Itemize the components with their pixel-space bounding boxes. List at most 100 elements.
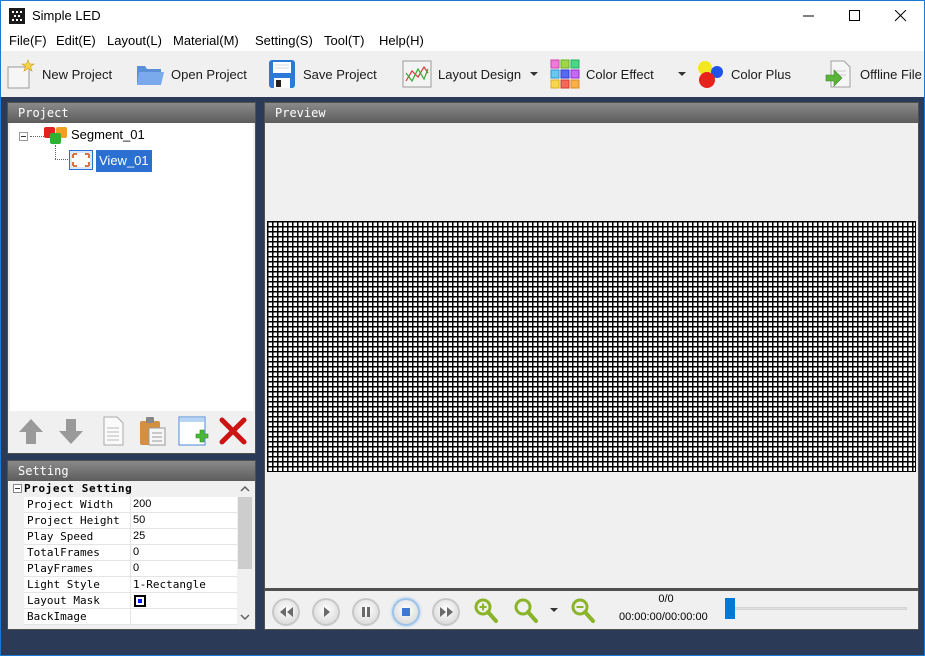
playback-slider-track[interactable] [732,607,907,610]
preview-canvas[interactable] [267,123,916,587]
property-key: Layout Mask [27,594,100,607]
layout-design-label: Layout Design [438,66,522,82]
menu-tool[interactable]: Tool(T) [324,33,364,48]
setting-panel: Setting Project Setting Project Width 20… [7,460,256,630]
fast-forward-button[interactable] [432,598,460,626]
save-disk-icon [269,60,295,88]
scroll-down-icon[interactable] [240,612,250,622]
property-value[interactable]: 1-Rectangle [133,578,206,591]
playback-slider-handle[interactable] [725,598,735,619]
property-value[interactable]: 25 [133,530,145,542]
fast-forward-icon [440,607,453,617]
category-label: Project Setting [24,482,133,495]
property-gutter [10,497,24,625]
project-tools [10,411,253,451]
color-grid-icon [550,59,580,89]
project-panel-title: Project [8,103,255,123]
zoom-in-icon[interactable] [473,597,499,625]
rewind-icon [280,607,293,617]
move-up-button[interactable] [15,414,47,448]
minimize-icon [803,15,814,17]
maximize-button[interactable] [832,1,878,31]
tree-connector [30,136,44,137]
arrow-down-icon [59,419,83,444]
property-category[interactable]: Project Setting [10,481,237,497]
color-plus-label: Color Plus [731,66,791,82]
collapse-toggle-icon[interactable] [19,132,28,141]
layout-design-dropdown-icon[interactable] [530,72,538,76]
play-button[interactable] [312,598,340,626]
save-project-button[interactable]: Save Project [267,57,377,91]
app-logo-icon [9,8,25,24]
zoom-out-icon[interactable] [570,597,596,625]
app-window: Simple LED File(F) Edit(E) Layout(L) Mat… [0,0,925,656]
collapse-toggle-icon[interactable] [13,484,22,493]
property-row-play-speed[interactable]: Play Speed 25 [24,529,237,545]
property-key: Project Width [27,498,114,511]
menu-help[interactable]: Help(H) [379,33,424,48]
title-bar: Simple LED [1,1,924,31]
save-project-label[interactable]: Save Project [303,67,377,82]
zoom-fit-icon[interactable] [513,597,539,625]
rewind-button[interactable] [272,598,300,626]
menu-material[interactable]: Material(M) [173,33,239,48]
property-scrollbar[interactable] [237,481,253,625]
scrollbar-thumb[interactable] [238,497,252,569]
preview-panel-title: Preview [265,103,918,123]
new-document-icon [7,59,35,89]
add-view-icon [178,416,209,446]
delete-button[interactable] [217,414,249,448]
property-row-layout-mask[interactable]: Layout Mask [24,593,237,609]
property-value[interactable]: 50 [133,514,145,526]
property-row-total-frames[interactable]: TotalFrames 0 [24,545,237,561]
tree-connector [55,145,56,159]
menu-setting[interactable]: Setting(S) [255,33,313,48]
stop-button[interactable] [392,598,420,626]
new-project-button[interactable]: New Project [6,57,112,91]
property-key: PlayFrames [27,562,94,575]
move-down-button[interactable] [55,414,87,448]
paste-button[interactable] [136,414,168,448]
minimize-button[interactable] [786,1,832,31]
property-row-project-height[interactable]: Project Height 50 [24,513,237,529]
layout-mask-color-swatch[interactable] [134,595,146,607]
pause-button[interactable] [352,598,380,626]
property-key: Play Speed [27,530,94,543]
property-row-back-image[interactable]: BackImage [24,609,237,625]
property-value[interactable]: 0 [133,562,139,574]
project-panel: Project Segment_01 View_01 [7,102,256,454]
close-button[interactable] [878,1,924,31]
layout-design-button[interactable]: Layout Design [402,57,521,91]
property-row-play-frames[interactable]: PlayFrames 0 [24,561,237,577]
tree-item-segment[interactable]: Segment_01 [71,127,145,142]
play-icon [324,607,330,617]
scroll-up-icon[interactable] [240,484,250,494]
menu-layout[interactable]: Layout(L) [107,33,162,48]
color-plus-button[interactable]: Color Plus [695,57,791,91]
copy-document-icon [103,416,124,446]
open-project-button[interactable]: Open Project [135,57,247,91]
layout-chart-icon [402,60,432,88]
menu-edit[interactable]: Edit(E) [56,33,96,48]
stop-icon [402,608,410,616]
tree-item-view-selected[interactable]: View_01 [96,150,152,172]
property-key: Light Style [27,578,100,591]
property-value[interactable]: 0 [133,546,139,558]
player-controls: 0/0 00:00:00/00:00:00 [265,588,918,629]
menu-file[interactable]: File(F) [9,33,47,48]
copy-button[interactable] [96,414,128,448]
zoom-dropdown-icon[interactable] [550,608,558,612]
property-value[interactable]: 200 [133,498,151,510]
menu-bar: File(F) Edit(E) Layout(L) Material(M) Se… [1,31,924,51]
property-key: TotalFrames [27,546,100,559]
color-effect-dropdown-icon[interactable] [678,72,686,76]
offline-file-button[interactable]: Offline File [824,57,922,91]
led-pixel-grid[interactable] [267,221,916,472]
property-key: Project Height [27,514,120,527]
add-view-button[interactable] [177,414,209,448]
open-project-label: Open Project [171,66,247,82]
property-row-light-style[interactable]: Light Style 1-Rectangle [24,577,237,593]
delete-x-icon [219,417,247,445]
color-effect-button[interactable]: Color Effect [550,57,654,91]
property-row-project-width[interactable]: Project Width 200 [24,497,237,513]
